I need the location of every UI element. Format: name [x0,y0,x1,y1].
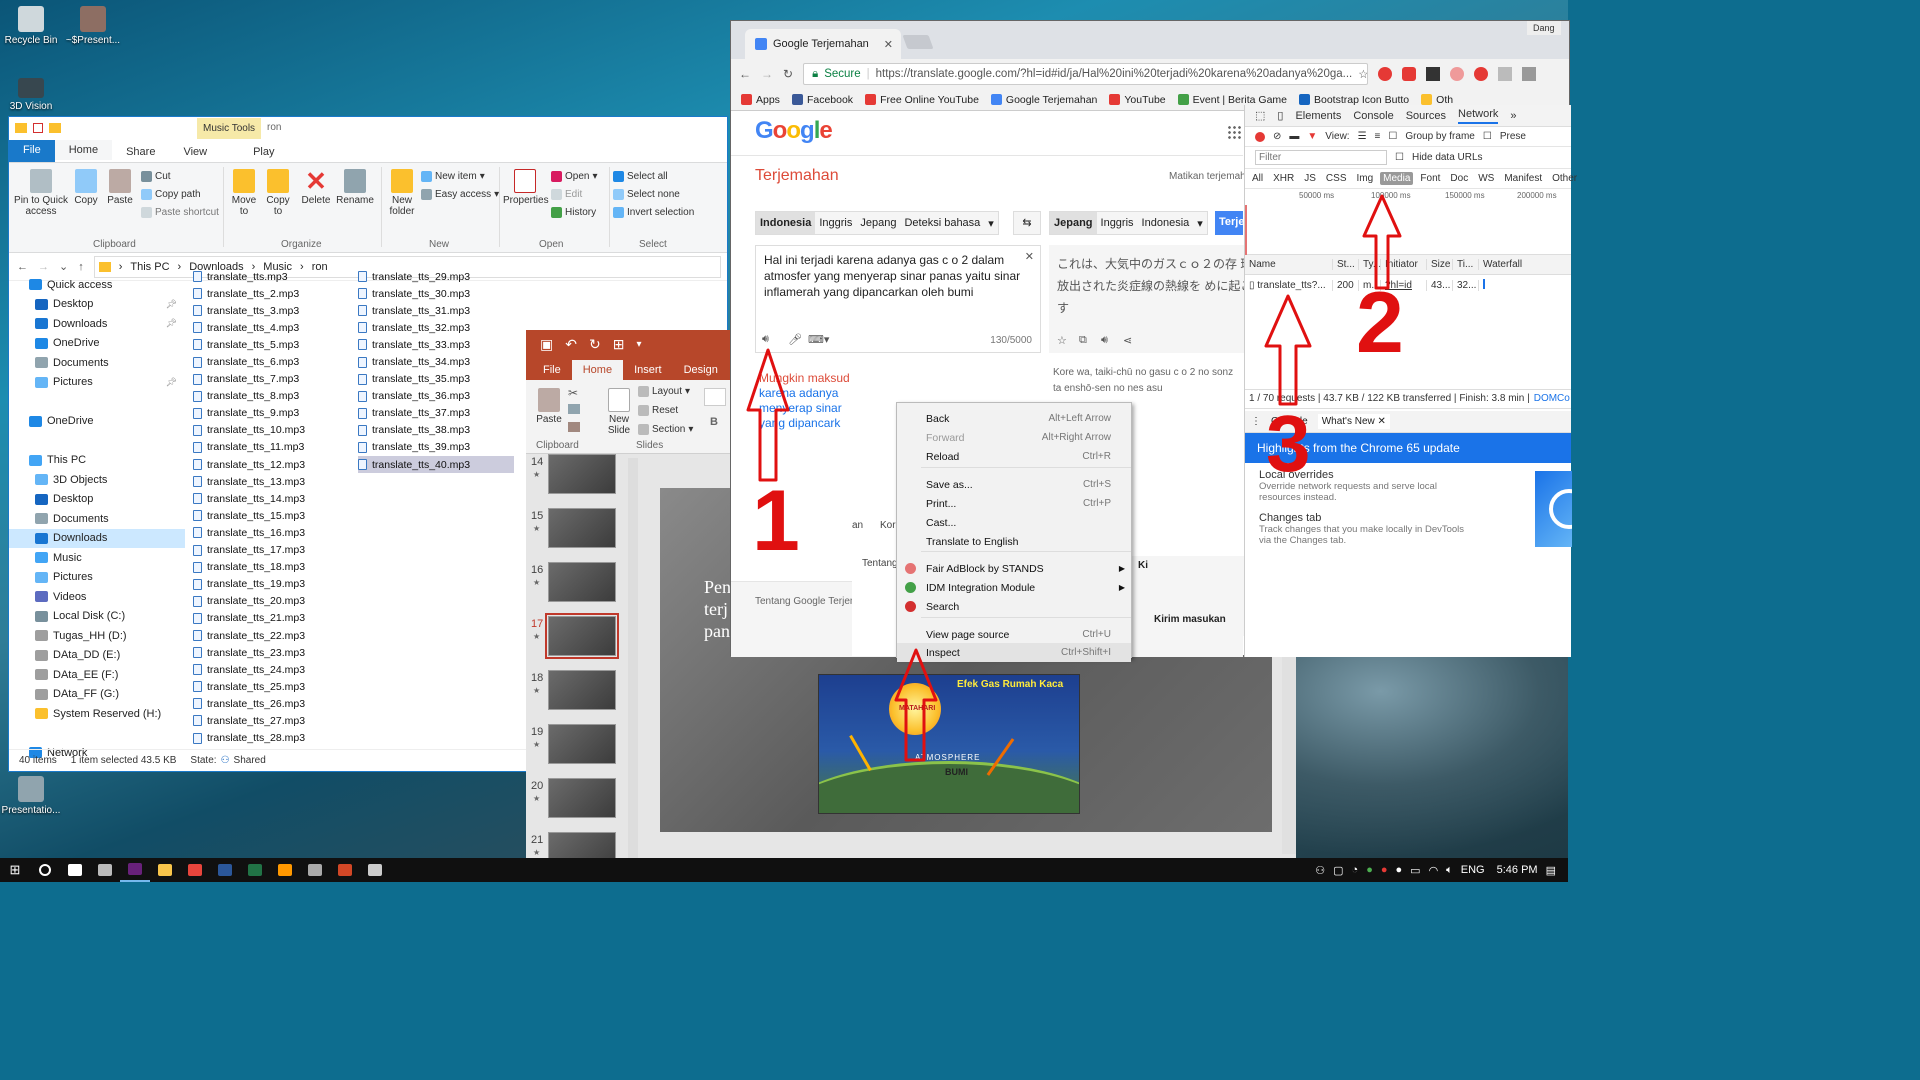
taskbar: ⊞ ⚇ ▢ ◔ ● ● ● ▭ ◠ 🔈︎ ENG 5:46 PM ▤ [0,858,1568,882]
taskbar-app-icon[interactable] [120,858,150,882]
app-glyph [338,864,352,876]
battery-icon[interactable]: ▭ [1410,864,1420,877]
app-glyph [68,864,82,876]
app-glyph [128,863,142,875]
taskbar-app-icon[interactable] [60,858,90,882]
app-glyph [278,864,292,876]
annotation-number-1: 1 [752,473,800,569]
action-center-icon[interactable]: ▢ [1333,864,1343,877]
red-arrow-up-4 [894,648,938,762]
app-glyph [368,864,382,876]
app-glyph [248,864,262,876]
taskbar-app-icon[interactable] [150,858,180,882]
input-language[interactable]: ENG [1461,864,1485,876]
wifi-icon[interactable]: ◠ [1429,864,1439,877]
network-icon[interactable]: ◔ [1352,864,1359,876]
taskbar-app-icon[interactable] [240,858,270,882]
taskbar-app-icon[interactable] [300,858,330,882]
start-button[interactable]: ⊞ [0,858,30,882]
taskbar-app-icon[interactable] [330,858,360,882]
taskbar-app-icon[interactable] [210,858,240,882]
app-glyph [188,864,202,876]
app-glyph [158,864,172,876]
annotation-overlay [746,194,1402,762]
taskbar-apps [60,858,390,882]
annotation-number-3: 3 [1266,399,1311,488]
red-arrow-up-3 [1264,294,1312,406]
notifications-icon[interactable]: ▤ [1546,864,1556,877]
people-icon[interactable]: ⚇ [1315,864,1325,877]
annotation-number-2: 2 [1356,275,1404,371]
taskbar-app-icon[interactable] [180,858,210,882]
system-tray: ⚇ ▢ ◔ ● ● ● ▭ ◠ 🔈︎ ENG 5:46 PM ▤ [1315,858,1568,882]
taskbar-app-icon[interactable] [360,858,390,882]
taskbar-app-icon[interactable] [90,858,120,882]
chrome-tray-icon[interactable]: ● [1366,864,1373,876]
volume-icon[interactable]: 🔈︎ [1446,864,1453,877]
app-glyph [218,864,232,876]
taskbar-app-icon[interactable] [270,858,300,882]
red-arrow-up-1 [746,348,790,482]
cortana-icon[interactable] [30,858,60,882]
app-glyph [308,864,322,876]
tray-icon[interactable]: ● [1396,864,1403,876]
tray-icon[interactable]: ● [1381,864,1388,876]
app-glyph [98,864,112,876]
clock[interactable]: 5:46 PM [1497,864,1538,876]
